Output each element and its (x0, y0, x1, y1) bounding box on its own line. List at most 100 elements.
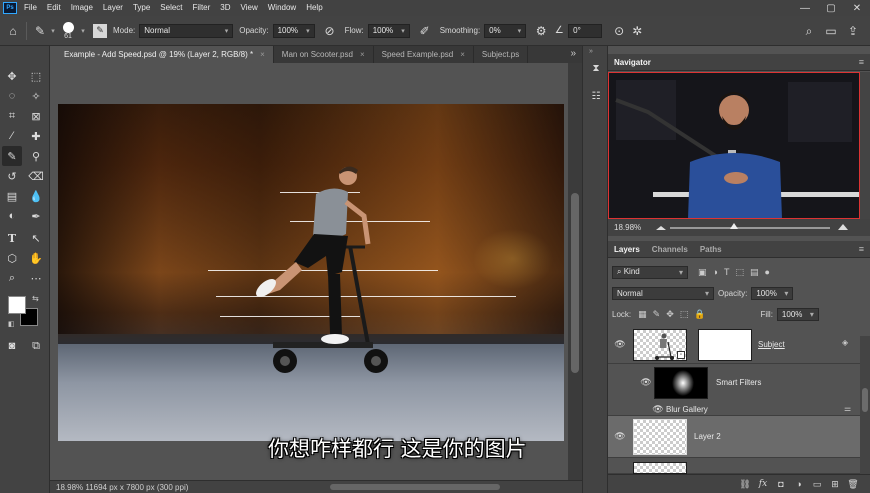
close-icon[interactable]: × (260, 50, 265, 59)
smart-object-filter-icon[interactable]: ▤ (750, 267, 759, 278)
menu-3d[interactable]: 3D (215, 0, 235, 16)
lock-artboard-icon[interactable]: ⬚ (680, 309, 689, 320)
airbrush-icon[interactable]: ✐ (416, 22, 434, 40)
lock-image-icon[interactable]: ✎ (653, 309, 661, 320)
move-tool-icon[interactable]: ✥ (2, 66, 22, 86)
menu-image[interactable]: Image (66, 0, 98, 16)
healing-brush-icon[interactable]: ✚ (26, 126, 46, 146)
smart-filter-indicator-icon[interactable]: ◈ (842, 338, 848, 347)
quick-mask-icon[interactable]: ◙ (2, 336, 22, 356)
gear-icon[interactable]: ⚙ (532, 22, 550, 40)
panel-menu-icon[interactable]: ≡ (859, 57, 864, 67)
tab-speed-example[interactable]: Speed Example.psd × (374, 46, 474, 63)
layer-row-blur-gallery[interactable]: 👁 Blur Gallery ⚌ (608, 402, 860, 416)
chevron-down-icon[interactable]: ▾ (49, 22, 57, 40)
magic-wand-icon[interactable]: ✧ (26, 86, 46, 106)
visibility-eye-icon[interactable]: 👁 (614, 430, 626, 442)
menu-type[interactable]: Type (128, 0, 155, 16)
tab-layers[interactable]: Layers (608, 241, 646, 258)
history-panel-icon[interactable]: ⧗ (588, 60, 604, 76)
zoom-tool-icon[interactable]: ⌕ (2, 268, 22, 288)
tab-channels[interactable]: Channels (646, 241, 694, 258)
menu-view[interactable]: View (236, 0, 263, 16)
hand-tool-icon[interactable]: ✋ (26, 248, 46, 268)
link-icon[interactable]: ⛓ (736, 476, 754, 492)
default-colors-icon[interactable]: ◧ (8, 320, 15, 328)
menu-layer[interactable]: Layer (98, 0, 128, 16)
menu-window[interactable]: Window (263, 0, 301, 16)
visibility-eye-icon[interactable]: 👁 (652, 403, 664, 415)
visibility-eye-icon[interactable]: 👁 (640, 376, 652, 388)
scrollbar-thumb[interactable] (571, 193, 579, 373)
layer-opacity-field[interactable]: 100% ▾ (751, 286, 794, 300)
menu-edit[interactable]: Edit (42, 0, 66, 16)
menu-file[interactable]: File (19, 0, 42, 16)
lock-all-icon[interactable]: 🔒 (694, 309, 705, 320)
type-filter-icon[interactable]: T (724, 267, 730, 277)
new-layer-icon[interactable]: ⊞ (826, 476, 844, 492)
layer-row-partial[interactable] (608, 458, 860, 474)
minimize-button[interactable]: — (792, 0, 818, 16)
layer-row-smart-filters[interactable]: 👁 Smart Filters (608, 364, 860, 402)
foreground-color-swatch-top[interactable] (8, 296, 26, 314)
navigator-preview[interactable] (608, 72, 860, 219)
pressure-size-icon[interactable]: ⊙ (610, 22, 628, 40)
scrollbar-thumb[interactable] (862, 388, 868, 412)
tab-example-add-speed[interactable]: Example - Add Speed.psd @ 19% (Layer 2, … (56, 46, 274, 63)
symmetry-icon[interactable]: ✲ (628, 22, 646, 40)
brush-tool-icon[interactable]: ✎ (2, 146, 22, 166)
navigator-view-box[interactable] (608, 72, 860, 219)
mask-icon[interactable]: ◘ (772, 476, 790, 492)
lasso-tool-icon[interactable]: ◌ (2, 86, 22, 106)
eyedropper-icon[interactable]: ⁄ (2, 126, 22, 146)
pen-tool-icon[interactable]: ✒ (26, 206, 46, 226)
marquee-tool-icon[interactable]: ⬚ (26, 66, 46, 86)
filter-kind-select[interactable]: ⌕ Kind ▾ (612, 265, 688, 279)
swap-colors-icon[interactable]: ⇆ (32, 294, 39, 303)
mode-select[interactable]: Normal ▾ (139, 23, 234, 38)
opacity-field[interactable]: 100% ▾ (272, 23, 315, 38)
workspace-icon[interactable]: ▭ (822, 22, 840, 40)
maximize-button[interactable]: ▢ (818, 0, 844, 16)
collapse-icon[interactable]: » (589, 48, 593, 55)
close-button[interactable]: ✕ (844, 0, 870, 16)
zoom-out-icon[interactable] (656, 226, 666, 230)
more-tools-icon[interactable]: ⋯ (26, 268, 46, 288)
share-icon[interactable]: ⇪ (844, 22, 862, 40)
filter-toggle-icon[interactable]: ● (764, 267, 769, 277)
layer-mask-thumbnail[interactable] (698, 329, 752, 361)
document-canvas[interactable] (58, 104, 564, 441)
brush-preset-picker[interactable]: 61 (57, 18, 79, 44)
tab-subject[interactable]: Subject.ps (474, 46, 529, 63)
menu-select[interactable]: Select (155, 0, 187, 16)
history-brush-icon[interactable]: ↺ (2, 166, 22, 186)
dodge-tool-icon[interactable]: ◐ (2, 206, 22, 226)
blur-tool-icon[interactable]: 💧 (26, 186, 46, 206)
tab-paths[interactable]: Paths (694, 241, 728, 258)
gradient-tool-icon[interactable]: ▤ (2, 186, 22, 206)
filter-options-icon[interactable]: ⚌ (844, 404, 851, 413)
smoothing-field[interactable]: 0% ▾ (484, 23, 527, 38)
path-selection-icon[interactable]: ↖ (26, 228, 46, 248)
layer-row-layer-2[interactable]: 👁 Layer 2 (608, 416, 860, 458)
zoom-slider[interactable] (670, 227, 830, 229)
tab-man-on-scooter[interactable]: Man on Scooter.psd × (274, 46, 374, 63)
close-icon[interactable]: × (360, 50, 365, 59)
pressure-opacity-icon[interactable]: ⊘ (321, 22, 339, 40)
eraser-icon[interactable]: ⌫ (26, 166, 46, 186)
angle-field[interactable]: 0° (568, 23, 603, 38)
panel-menu-icon[interactable]: ≡ (859, 244, 864, 254)
home-icon[interactable]: ⌂ (4, 22, 22, 40)
adjustment-icon[interactable]: ◑ (790, 476, 808, 492)
group-icon[interactable]: ▭ (808, 476, 826, 492)
fx-icon[interactable]: fx (754, 476, 772, 492)
adjustment-filter-icon[interactable]: ◑ (713, 267, 718, 277)
close-icon[interactable]: × (460, 50, 465, 59)
shape-filter-icon[interactable]: ⬚ (735, 267, 744, 278)
layer-row-subject[interactable]: 👁 ▫ Subject ◈ (608, 326, 860, 364)
blend-mode-select[interactable]: Normal ▾ (612, 286, 714, 300)
crop-tool-icon[interactable]: ⌗ (2, 106, 22, 126)
zoom-in-icon[interactable] (838, 224, 848, 230)
menu-filter[interactable]: Filter (188, 0, 216, 16)
tab-navigator[interactable]: Navigator (608, 54, 657, 71)
